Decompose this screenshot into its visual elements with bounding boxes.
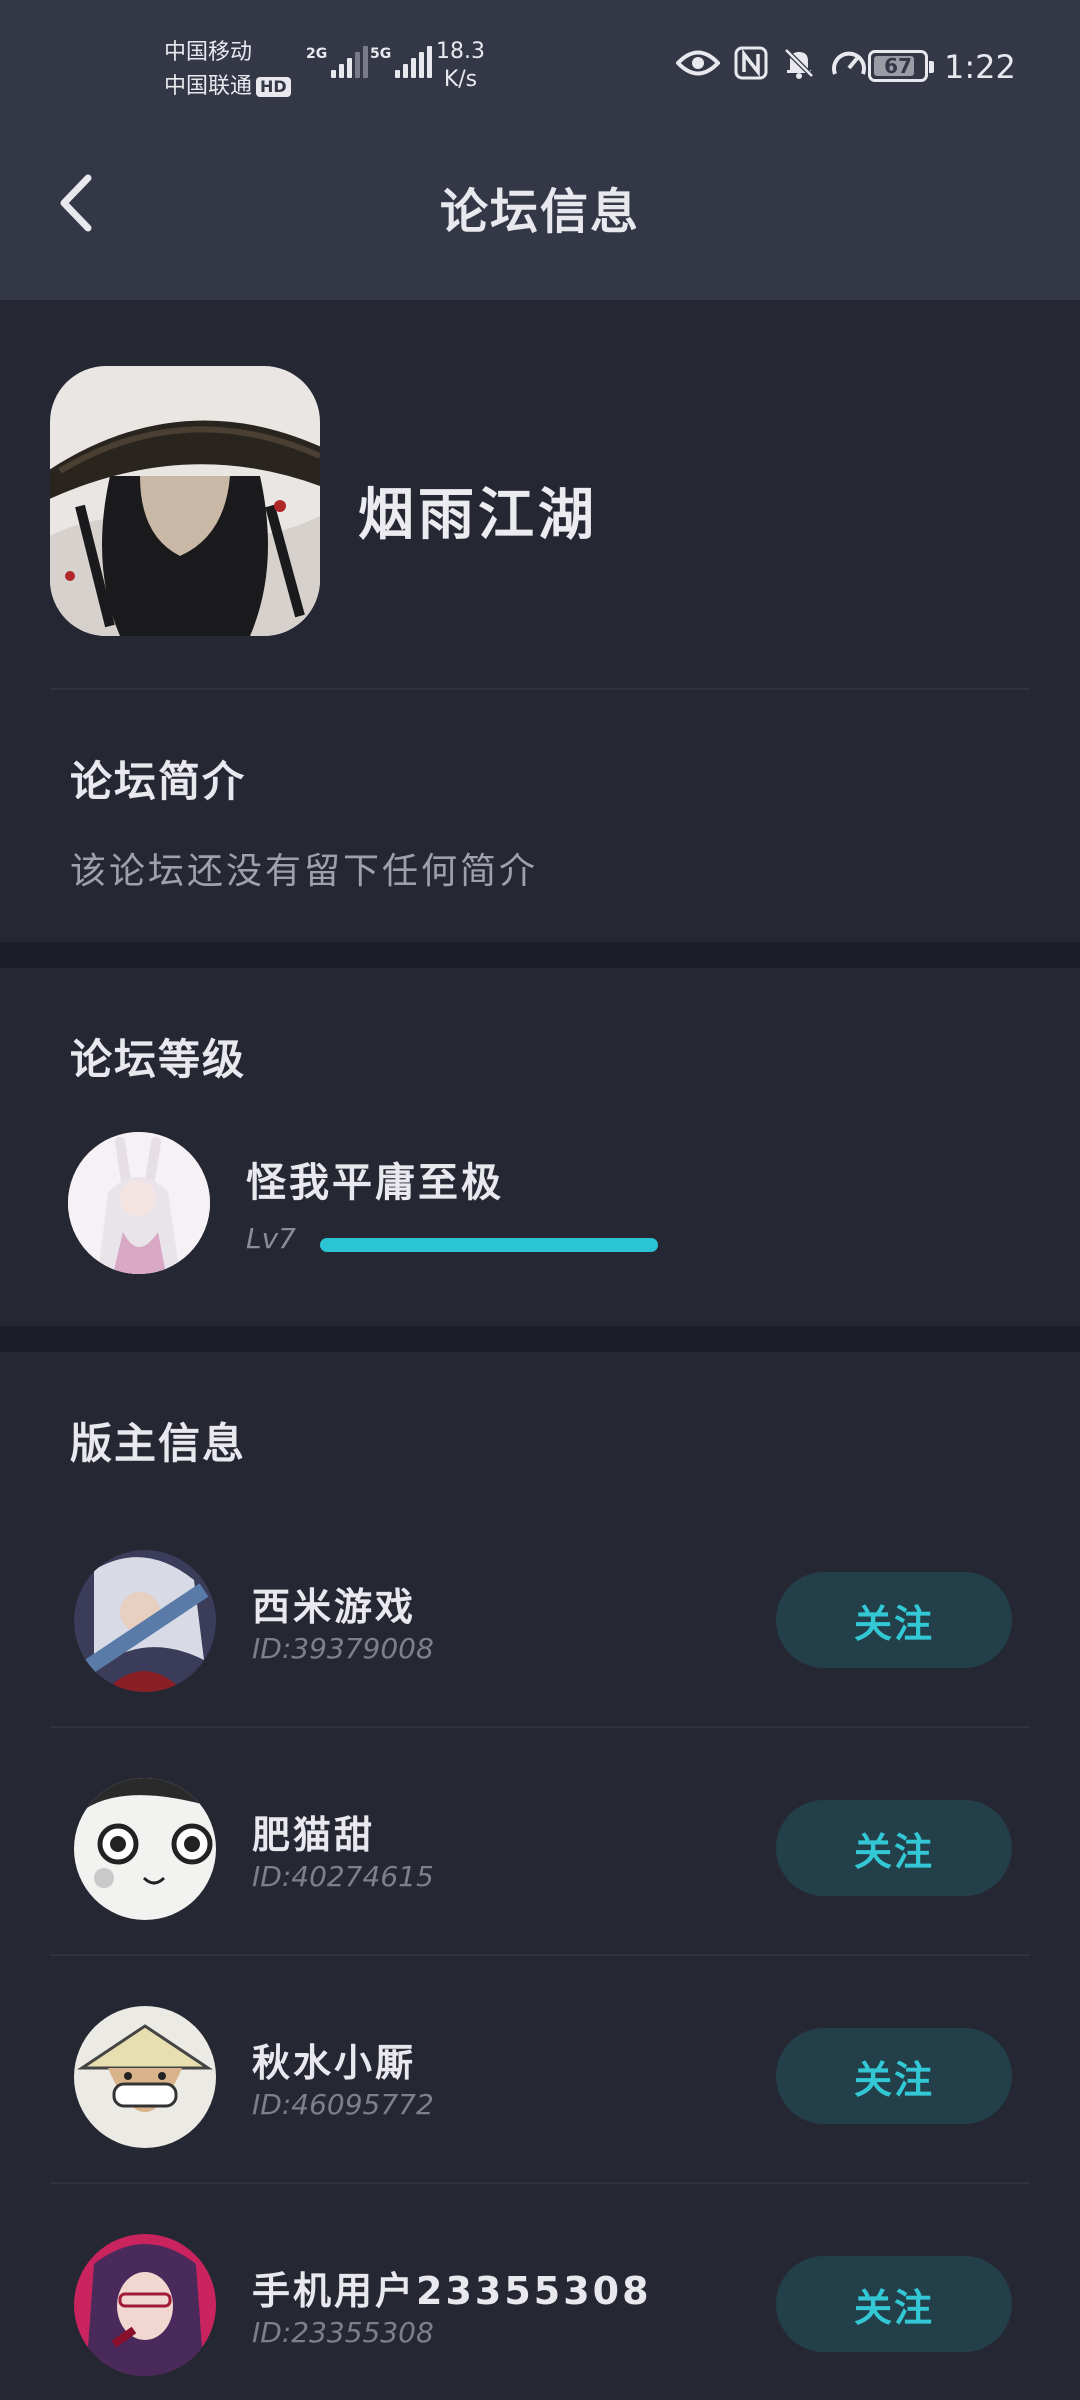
status-icons [676, 46, 868, 80]
divider [50, 2182, 1030, 2184]
moderator-name: 手机用户23355308 [252, 2269, 652, 2313]
moderator-avatar[interactable] [74, 2234, 216, 2376]
follow-button[interactable]: 关注 [776, 1800, 1012, 1896]
level-tag: Lv7 [246, 1222, 296, 1255]
moderators-title: 版主信息 [70, 1419, 247, 1468]
divider [50, 1954, 1030, 1956]
forum-avatar [50, 366, 320, 636]
status-bar: 中国移动 中国联通 HD 2G 5G 18.3 K/s 67 1:22 [0, 0, 1080, 130]
carrier-info: 中国移动 中国联通 HD [164, 36, 291, 104]
section-separator [0, 942, 1080, 968]
intro-text: 该论坛还没有留下任何简介 [70, 851, 539, 892]
top-bar: 中国移动 中国联通 HD 2G 5G 18.3 K/s 67 1:22 论坛信息 [0, 0, 1080, 300]
hd-badge: HD [256, 77, 291, 97]
moderator-id: ID:40274615 [252, 1860, 434, 1893]
network-speed: 18.3 K/s [436, 39, 485, 92]
divider [50, 1726, 1030, 1728]
moderator-name: 西米游戏 [252, 1585, 417, 1629]
forum-name: 烟雨江湖 [358, 483, 598, 548]
page-title: 论坛信息 [439, 184, 640, 240]
follow-button[interactable]: 关注 [776, 2256, 1012, 2352]
divider [50, 688, 1030, 690]
level-title: 论坛等级 [70, 1035, 247, 1084]
level-user-name: 怪我平庸至极 [246, 1160, 504, 1206]
mute-bell-icon [782, 46, 816, 80]
signal-strength-icon: 2G [306, 46, 371, 78]
follow-button[interactable]: 关注 [776, 1572, 1012, 1668]
carrier-2: 中国联通 [164, 74, 253, 99]
moderator-avatar[interactable] [74, 2006, 216, 2148]
section-separator [0, 1326, 1080, 1352]
moderator-name: 肥猫甜 [252, 1813, 376, 1857]
moderator-name: 秋水小厮 [252, 2041, 417, 2085]
user-avatar[interactable] [68, 1132, 210, 1274]
moderator-id: ID:39379008 [252, 1632, 434, 1665]
carrier-1: 中国移动 [164, 40, 253, 65]
speedometer-icon [830, 46, 868, 80]
intro-title: 论坛简介 [70, 757, 247, 806]
moderator-id: ID:46095772 [252, 2088, 434, 2121]
clock: 1:22 [944, 48, 1016, 86]
battery-icon: 67 [868, 50, 934, 82]
follow-button[interactable]: 关注 [776, 2028, 1012, 2124]
signal-strength-icon: 5G [370, 46, 435, 78]
moderator-avatar[interactable] [74, 1550, 216, 1692]
eye-icon [676, 48, 720, 78]
nfc-icon [734, 46, 768, 80]
moderator-avatar[interactable] [74, 1778, 216, 1920]
level-progress-bar [320, 1238, 658, 1252]
moderator-id: ID:23355308 [252, 2316, 434, 2349]
